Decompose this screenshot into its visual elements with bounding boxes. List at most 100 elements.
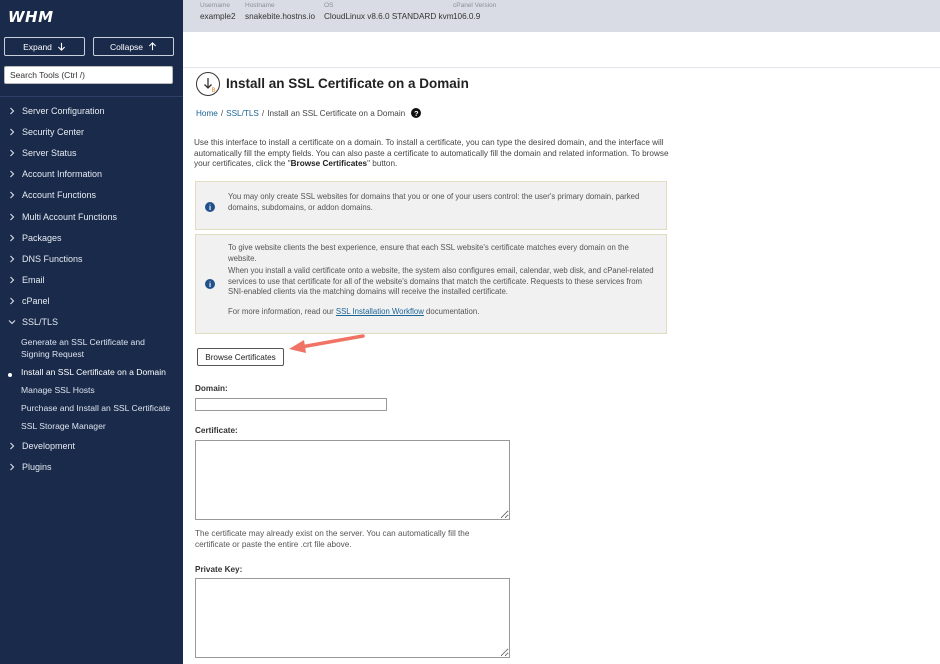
sidebar-item-label: Packages [22,232,62,243]
alert-text: You may only create SSL websites for dom… [228,192,640,212]
certificate-textarea[interactable] [195,440,510,520]
domain-restriction-alert: i You may only create SSL websites for d… [195,181,667,230]
chevron-right-icon [10,107,15,114]
sidebar-subitem-install-ssl[interactable]: Install an SSL Certificate on a Domain [0,363,183,381]
chevron-right-icon [10,297,15,305]
username-info: Username example2 [200,2,236,21]
sidebar-item-label: cPanel [22,296,50,307]
ssl-tls-submenu: Generate an SSL Certificate and Signing … [0,333,183,435]
sidebar-subitem-purchase-install-ssl[interactable]: Purchase and Install an SSL Certificate [0,399,183,417]
alert-text: When you install a valid certificate ont… [228,266,654,297]
domain-label: Domain: [195,384,228,393]
chevron-right-icon [10,191,15,199]
download-certificate-icon: B [196,72,220,96]
sidebar-item-label: Email [22,275,45,286]
os-info: OS CloudLinux v8.6.0 STANDARD kvm [324,2,454,21]
hostname-label: Hostname [245,2,275,9]
chevron-right-icon [10,234,15,242]
certificate-label: Certificate: [195,426,238,435]
cpanel-version-label: cPanel Version [453,2,497,9]
sidebar-item-development[interactable]: Development [0,435,183,456]
sidebar-item-label: DNS Functions [22,253,83,264]
breadcrumb-home-link[interactable]: Home [196,109,218,118]
sidebar-item-label: Server Status [22,147,77,158]
sidebar-item-email[interactable]: Email [0,270,183,291]
intro-text-main: Use this interface to install a certific… [194,138,669,169]
server-info-bar: Username example2 Hostname snakebite.hos… [183,0,940,32]
expand-collapse-row: Expand Collapse [4,37,174,56]
info-icon: i [205,202,215,212]
breadcrumb: Home / SSL/TLS / Install an SSL Certific… [196,108,422,118]
arrow-down-icon [57,42,65,51]
pointer-arrow-icon [289,334,365,353]
sidebar: WHM Expand Collapse Server Configuration… [0,0,183,664]
main-content: B Install an SSL Certificate on a Domain… [183,68,940,664]
sidebar-item-account-functions[interactable]: Account Functions [0,185,183,206]
sidebar-item-account-information[interactable]: Account Information [0,164,183,185]
sidebar-item-security-center[interactable]: Security Center [0,121,183,142]
sidebar-item-label: Security Center [22,126,85,137]
cpanel-version-value: 106.0.9 [453,12,481,21]
private-key-textarea[interactable] [195,578,510,658]
breadcrumb-separator: / [261,108,265,118]
help-icon[interactable]: ? [411,108,422,118]
breadcrumb-separator: / [220,108,224,118]
chevron-down-icon [8,320,16,325]
svg-text:B: B [212,88,216,94]
chevron-right-icon [10,276,15,284]
chevron-right-icon [10,170,15,178]
sidebar-item-packages[interactable]: Packages [0,227,183,248]
sidebar-item-ssl-tls[interactable]: SSL/TLS [0,312,183,333]
search-tools-input[interactable] [4,66,173,84]
sidebar-item-server-configuration[interactable]: Server Configuration [0,100,183,121]
whm-logo[interactable]: WHM [8,8,54,26]
sidebar-item-plugins[interactable]: Plugins [0,456,183,477]
private-key-label: Private Key: [195,565,243,574]
intro-text: Use this interface to install a certific… [194,138,670,170]
sidebar-item-label: SSL/TLS [22,317,59,328]
alert-text-post: documentation. [423,307,480,316]
expand-button[interactable]: Expand [4,37,85,56]
sidebar-item-dns-functions[interactable]: DNS Functions [0,248,183,269]
sidebar-subitem-ssl-storage-manager[interactable]: SSL Storage Manager [0,417,183,435]
sidebar-item-cpanel[interactable]: cPanel [0,291,183,312]
arrow-down-icon: B [204,78,216,94]
sidebar-subitem-generate-ssl-csr[interactable]: Generate an SSL Certificate and Signing … [0,333,183,363]
domain-input[interactable] [195,398,387,411]
cpanel-version-info: cPanel Version 106.0.9 [453,2,496,21]
alert-text: To give website clients the best experie… [228,243,629,263]
os-value: CloudLinux v8.6.0 STANDARD kvm [324,12,454,21]
username-label: Username [200,2,230,9]
sidebar-item-label: Plugins [22,461,52,472]
intro-text-end: " button. [367,159,398,169]
arrow-up-icon [148,42,157,51]
chevron-right-icon [10,128,15,136]
os-label: OS [324,2,334,9]
sidebar-item-multi-account-functions[interactable]: Multi Account Functions [0,206,183,227]
username-value: example2 [200,12,236,21]
browse-certificates-button[interactable]: Browse Certificates [197,348,284,366]
chevron-right-icon [10,442,15,450]
sidebar-item-server-status[interactable]: Server Status [0,142,183,163]
hostname-info: Hostname snakebite.hostns.io [245,2,315,21]
ssl-installation-workflow-link[interactable]: SSL Installation Workflow [336,307,424,316]
sidebar-item-label: Account Functions [22,190,97,201]
chevron-right-icon [10,255,15,263]
sidebar-item-label: Development [22,440,76,451]
info-icon: i [205,279,215,289]
sidebar-subitem-manage-ssl-hosts[interactable]: Manage SSL Hosts [0,381,183,399]
expand-label: Expand [23,41,52,52]
sidebar-menu: Server Configuration Security Center Ser… [0,100,183,477]
sidebar-divider [0,96,183,97]
breadcrumb-ssl-tls-link[interactable]: SSL/TLS [226,109,259,118]
sni-info-alert: i To give website clients the best exper… [195,234,667,334]
alert-text: For more information, read our SSL Insta… [228,307,658,318]
sidebar-item-label: Server Configuration [22,105,105,116]
page-title: Install an SSL Certificate on a Domain [226,76,469,91]
certificate-help-text: The certificate may already exist on the… [195,529,470,549]
intro-text-bold: Browse Certificates [290,159,368,169]
collapse-button[interactable]: Collapse [93,37,174,56]
chevron-right-icon [10,149,15,157]
chevron-right-icon [10,463,15,471]
sidebar-item-label: Account Information [22,169,103,180]
